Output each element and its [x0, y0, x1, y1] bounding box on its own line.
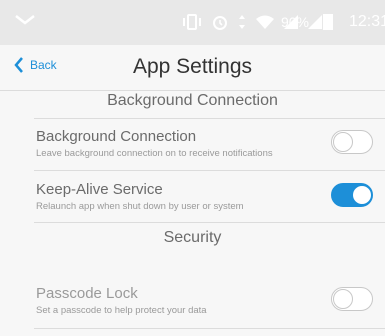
nav-bar: Back App Settings — [0, 45, 385, 91]
divider — [34, 170, 385, 171]
setting-row-background-connection: Background Connection Leave background c… — [0, 120, 385, 170]
alarm-icon — [213, 16, 227, 30]
setting-row-passcode-lock: Passcode Lock Set a passcode to help pro… — [0, 277, 385, 327]
keep-alive-toggle[interactable] — [331, 183, 373, 207]
setting-row-keep-alive: Keep-Alive Service Relaunch app when shu… — [0, 173, 385, 223]
setting-subtitle: Set a passcode to help protect your data — [36, 305, 207, 316]
battery-percentage: 90% — [280, 14, 309, 30]
background-connection-toggle[interactable] — [331, 130, 373, 154]
setting-title: Passcode Lock — [36, 285, 138, 302]
divider — [34, 222, 385, 223]
passcode-lock-toggle[interactable] — [331, 287, 373, 311]
wifi-icon — [256, 15, 274, 29]
vibrate-icon — [183, 14, 201, 30]
signal-icon-2 — [308, 15, 322, 29]
setting-title: Background Connection — [36, 128, 197, 145]
status-bar: 90% 12:31 — [0, 0, 385, 45]
setting-title: Keep-Alive Service — [36, 181, 163, 198]
page-title: App Settings — [132, 55, 253, 78]
divider — [34, 118, 385, 119]
battery-icon — [323, 14, 333, 30]
section-header-background: Background Connection — [107, 92, 278, 109]
setting-subtitle: Leave background connection on to receiv… — [36, 148, 273, 159]
clock: 12:31 — [349, 13, 385, 30]
toggle-knob — [332, 288, 353, 309]
divider — [34, 328, 385, 329]
setting-subtitle: Relaunch app when shut down by user or s… — [36, 201, 244, 212]
toggle-knob — [332, 131, 353, 152]
section-header-security: Security — [163, 229, 222, 246]
toggle-knob — [351, 184, 372, 205]
data-transfer-icon — [239, 15, 245, 29]
chevron-down-icon — [15, 15, 35, 25]
